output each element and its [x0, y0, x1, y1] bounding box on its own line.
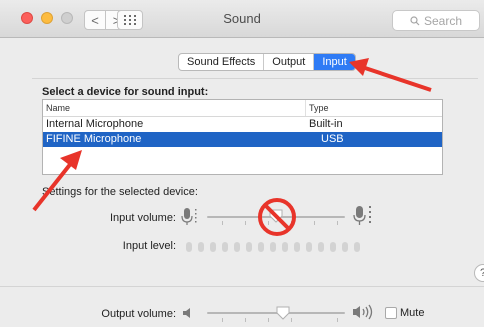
search-field[interactable]: Search — [392, 10, 480, 31]
slider-tick — [291, 318, 292, 322]
level-segment — [294, 242, 300, 252]
divider — [0, 286, 484, 287]
slider-tick — [314, 221, 315, 225]
level-segment — [234, 242, 240, 252]
annotation-arrow-to-fifine-row — [32, 150, 82, 212]
table-row-selected[interactable]: FIFINE Microphone USB — [43, 132, 442, 147]
device-type: USB — [321, 133, 344, 145]
output-volume-label: Output volume: — [101, 308, 176, 320]
slider-tick — [268, 318, 269, 322]
level-segment — [186, 242, 192, 252]
column-header-name[interactable]: Name — [43, 100, 306, 116]
mute-checkbox[interactable] — [385, 307, 397, 319]
tab-bar: Sound Effects Output Input — [178, 53, 356, 71]
table-row[interactable]: Internal Microphone Built-in — [43, 117, 442, 132]
slider-tick — [337, 318, 338, 322]
level-segment — [222, 242, 228, 252]
speaker-low-icon — [183, 308, 190, 318]
mute-label: Mute — [400, 307, 425, 319]
level-segment — [282, 242, 288, 252]
search-icon — [410, 15, 420, 25]
tab-output[interactable]: Output — [264, 54, 315, 70]
level-segment — [306, 242, 312, 252]
device-name: FIFINE Microphone — [46, 133, 142, 145]
slider-tick — [222, 318, 223, 322]
level-segment — [330, 242, 336, 252]
level-segment — [210, 242, 216, 252]
level-segment — [198, 242, 204, 252]
sound-preferences-window: < > Sound Search Sound Effects Outp — [0, 0, 484, 327]
level-segment — [318, 242, 324, 252]
level-segment — [354, 242, 360, 252]
device-section-title: Select a device for sound input: — [42, 86, 209, 98]
column-header-type[interactable]: Type — [306, 100, 442, 116]
tab-sound-effects[interactable]: Sound Effects — [179, 54, 265, 70]
slider-tick — [245, 221, 246, 225]
title-bar: < > Sound Search — [0, 0, 484, 38]
level-segment — [246, 242, 252, 252]
annotation-arrow-to-input-tab — [349, 58, 432, 92]
slider-tick — [337, 221, 338, 225]
output-volume-slider-thumb[interactable] — [275, 305, 291, 321]
search-placeholder: Search — [423, 13, 463, 28]
table-header: Name Type — [43, 100, 442, 117]
level-segment — [342, 242, 348, 252]
input-level-label: Input level: — [122, 240, 176, 252]
device-table: Name Type Internal Microphone Built-in F… — [42, 99, 443, 175]
mic-low-icon — [181, 208, 197, 225]
device-name: Internal Microphone — [46, 118, 144, 130]
device-type: Built-in — [309, 118, 343, 130]
slider-tick — [245, 318, 246, 322]
level-segment — [258, 242, 264, 252]
level-segment — [270, 242, 276, 252]
prohibited-icon — [258, 198, 296, 236]
mic-high-icon — [353, 206, 371, 225]
speaker-high-icon — [353, 304, 373, 320]
slider-tick — [222, 221, 223, 225]
